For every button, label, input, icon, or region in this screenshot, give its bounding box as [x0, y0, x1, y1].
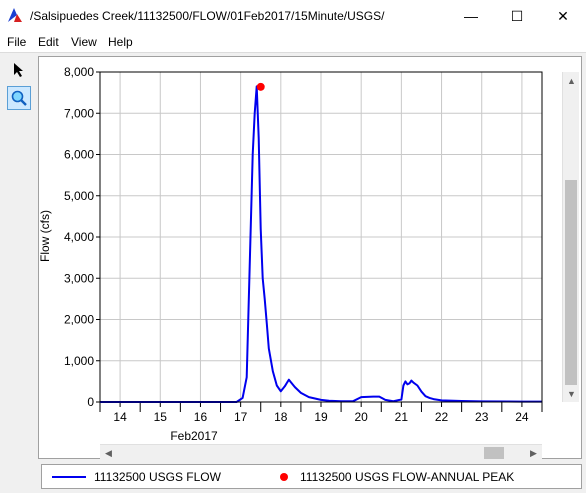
- chart-legend: 11132500 USGS FLOW 11132500 USGS FLOW-AN…: [41, 464, 582, 489]
- legend-flow-label: 11132500 USGS FLOW: [94, 470, 221, 484]
- y-tick-label: 1,000: [64, 354, 94, 368]
- y-tick-label: 7,000: [64, 106, 94, 120]
- flow-chart[interactable]: 0 1,000 2,000 3,000 4,000 5,000 6,000 7,000 8,00…: [0, 0, 586, 493]
- y-axis-ticks: 0 1,000 2,000 3,000 4,000 5,000 6,000 7,000 8,00…: [64, 65, 100, 409]
- x-axis-ticks: 14 15 16 17 18 19 20 21 22 23 24: [99, 402, 543, 424]
- x-tick-label: 22: [435, 410, 449, 424]
- y-axis-label: Flow (cfs): [38, 210, 52, 262]
- x-axis-date-label: Feb2017: [170, 429, 218, 443]
- scroll-down-icon[interactable]: ▼: [563, 385, 580, 402]
- y-tick-label: 0: [87, 395, 94, 409]
- legend-peak-label: 11132500 USGS FLOW-ANNUAL PEAK: [300, 470, 515, 484]
- y-tick-label: 5,000: [64, 189, 94, 203]
- legend-item-peak: 11132500 USGS FLOW-ANNUAL PEAK: [280, 470, 514, 484]
- x-tick-label: 24: [515, 410, 529, 424]
- x-tick-label: 14: [113, 410, 127, 424]
- legend-line-swatch: [52, 476, 86, 478]
- y-tick-label: 6,000: [64, 148, 94, 162]
- scroll-right-icon[interactable]: ▶: [525, 445, 542, 462]
- annual-peak-marker[interactable]: [256, 82, 265, 91]
- y-tick-label: 4,000: [64, 230, 94, 244]
- x-tick-label: 21: [395, 410, 409, 424]
- x-tick-label: 23: [475, 410, 489, 424]
- x-tick-label: 16: [194, 410, 208, 424]
- y-tick-label: 8,000: [64, 65, 94, 79]
- x-tick-label: 18: [274, 410, 288, 424]
- x-tick-label: 19: [314, 410, 328, 424]
- legend-dot-swatch: [280, 473, 288, 481]
- x-tick-label: 15: [154, 410, 168, 424]
- scroll-up-icon[interactable]: ▲: [563, 72, 580, 89]
- y-tick-label: 2,000: [64, 313, 94, 327]
- scroll-left-icon[interactable]: ◀: [100, 445, 117, 462]
- y-tick-label: 3,000: [64, 271, 94, 285]
- horizontal-scroll-thumb[interactable]: [484, 447, 504, 459]
- vertical-scrollbar[interactable]: ▲ ▼: [562, 72, 579, 402]
- vertical-scroll-thumb[interactable]: [565, 180, 577, 385]
- x-tick-label: 20: [355, 410, 369, 424]
- legend-item-flow: 11132500 USGS FLOW: [52, 470, 221, 484]
- horizontal-scrollbar[interactable]: ◀ ▶: [100, 444, 542, 461]
- x-tick-label: 17: [234, 410, 248, 424]
- grid-lines: [100, 71, 542, 403]
